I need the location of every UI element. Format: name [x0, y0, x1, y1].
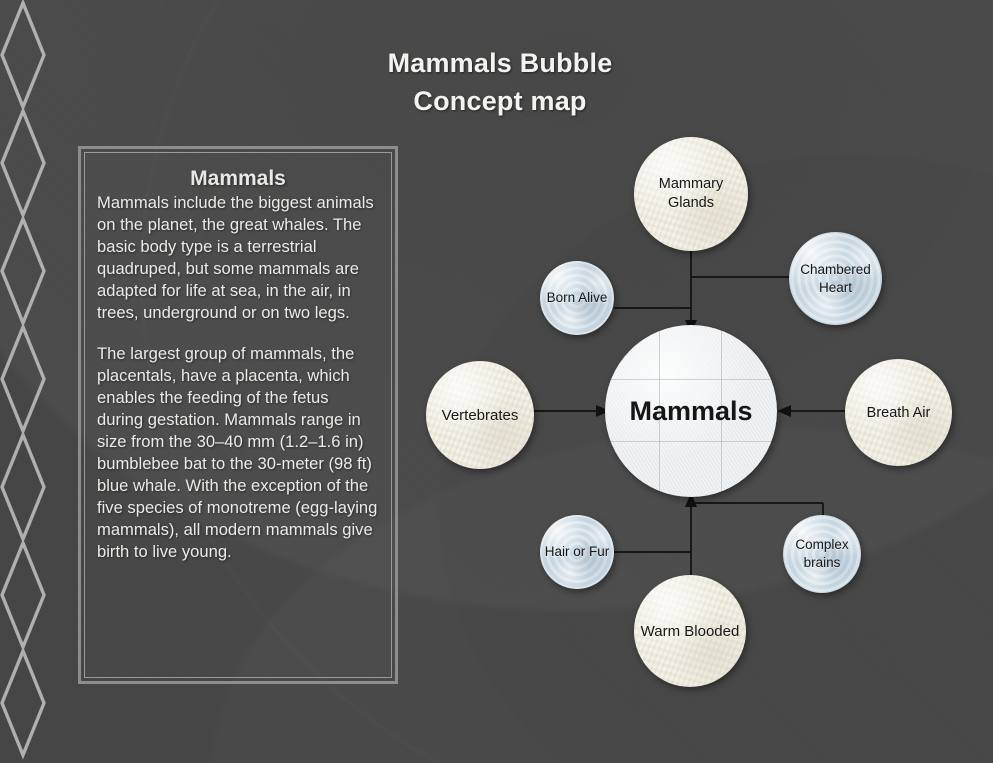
concept-node-warm-blooded-label: Warm Blooded	[640, 622, 740, 640]
concept-node-breath-air[interactable]: Breath Air	[845, 359, 952, 466]
concept-node-mammary-glands[interactable]: Mammary Glands	[634, 137, 748, 251]
concept-node-warm-blooded[interactable]: Warm Blooded	[634, 575, 746, 687]
concept-node-vertebrates-label: Vertebrates	[441, 406, 519, 424]
concept-node-complex-brains-label: Complex brains	[795, 537, 849, 570]
concept-node-hair-or-fur[interactable]: Hair or Fur	[540, 515, 614, 589]
concept-node-born-alive[interactable]: Born Alive	[540, 261, 614, 335]
concept-node-chambered-heart[interactable]: Chambered Heart	[789, 232, 882, 325]
concept-node-complex-brains[interactable]: Complex brains	[783, 515, 861, 593]
concept-node-born-alive-label: Born Alive	[546, 290, 608, 306]
concept-node-mammals-label: Mammals	[629, 395, 753, 426]
slide-canvas: Mammals Bubble Concept map Mammals Mamma…	[0, 0, 993, 763]
arrowhead-right	[777, 405, 791, 417]
concept-node-breath-air-label: Breath Air	[866, 404, 931, 421]
concept-node-chambered-heart-label: Chambered Heart	[800, 261, 871, 295]
concept-node-vertebrates[interactable]: Vertebrates	[426, 361, 534, 469]
concept-node-mammals[interactable]: Mammals	[605, 325, 777, 497]
concept-node-hair-or-fur-label: Hair or Fur	[544, 544, 610, 560]
concept-node-mammary-glands-label: Mammary Glands	[658, 175, 724, 211]
